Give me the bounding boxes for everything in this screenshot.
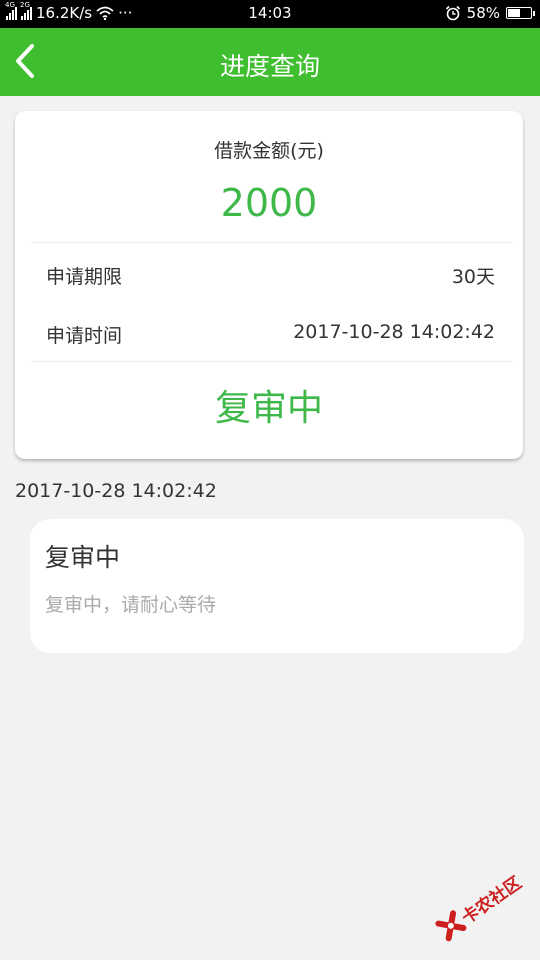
status-bar-right: 58% bbox=[445, 4, 535, 22]
alarm-clock-icon bbox=[445, 5, 460, 21]
loan-summary-card: 借款金额(元) 2000 申请期限 30天 申请时间 2017-10-28 14… bbox=[15, 111, 523, 459]
apply-term-value: 30天 bbox=[451, 266, 495, 288]
watermark-text: 卡农社区 bbox=[458, 873, 526, 929]
progress-step-description: 复审中，请耐心等待 bbox=[45, 594, 217, 616]
progress-step-card: 复审中 复审中，请耐心等待 bbox=[30, 519, 524, 653]
apply-time-label: 申请时间 bbox=[46, 325, 123, 347]
progress-step-title: 复审中 bbox=[45, 543, 121, 572]
apply-time-value: 2017-10-28 14:02:42 bbox=[293, 321, 495, 343]
loan-amount-value: 2000 bbox=[220, 181, 318, 225]
battery-level-fill bbox=[508, 9, 520, 17]
page-title: 进度查询 bbox=[219, 52, 320, 81]
review-status: 复审中 bbox=[214, 388, 323, 429]
timeline-timestamp: 2017-10-28 14:02:42 bbox=[15, 480, 217, 502]
battery-percent: 58% bbox=[466, 4, 500, 22]
divider bbox=[31, 361, 513, 362]
status-bar: 4G 2G 16.2K/s ··· 14:03 58% bbox=[0, 0, 540, 28]
apply-term-label: 申请期限 bbox=[46, 266, 123, 288]
divider bbox=[31, 242, 513, 243]
loan-amount-label: 借款金额(元) bbox=[214, 140, 324, 162]
progress-query-screen: 4G 2G 16.2K/s ··· 14:03 58% 进度查询 借款金额(元)… bbox=[0, 0, 540, 960]
battery-icon bbox=[506, 7, 535, 19]
app-header: 进度查询 bbox=[0, 28, 540, 96]
forum-watermark: 卡农社区 bbox=[424, 851, 540, 958]
